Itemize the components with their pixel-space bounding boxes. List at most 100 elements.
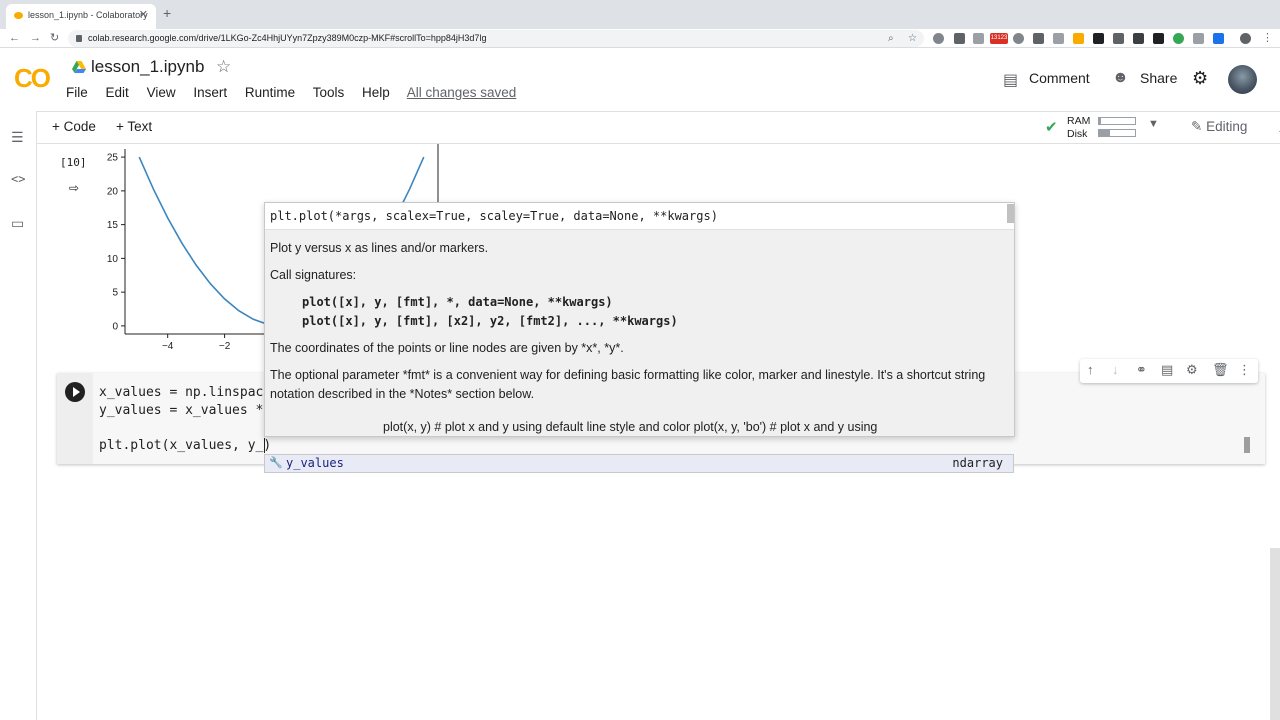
doc-fmt-text: The optional parameter *fmt* is a conven…	[270, 368, 986, 382]
colab-logo-text: CO	[14, 63, 51, 93]
autocomplete-type: ndarray	[952, 456, 1003, 470]
browser-toolbar: ← → ↻ colab.research.google.com/drive/1L…	[0, 29, 1280, 48]
left-sidebar: ☰ <> ▭	[0, 111, 37, 720]
address-bar[interactable]: colab.research.google.com/drive/1LKGo-Zc…	[68, 30, 924, 47]
forward-icon[interactable]: →	[30, 29, 41, 47]
output-exit-icon[interactable]: ⇨	[69, 181, 79, 195]
code-line[interactable]: x_values = np.linspac	[99, 385, 263, 400]
menu-runtime[interactable]: Runtime	[245, 85, 295, 100]
extension-icon[interactable]	[1013, 33, 1024, 44]
editing-mode-button[interactable]: ✎ Editing	[1191, 119, 1247, 135]
browser-tab[interactable]: lesson_1.ipynb - Colaboratory ✕	[6, 4, 156, 29]
notebook-toolbar: + Code + Text ✔ RAM Disk ▼ ✎ Editing ︿	[37, 111, 1280, 144]
y-tick-label: 20	[107, 186, 119, 197]
save-status[interactable]: All changes saved	[407, 85, 517, 100]
comment-button[interactable]: Comment	[1029, 70, 1090, 86]
move-up-arrow-icon[interactable]: ↑	[1087, 362, 1094, 377]
bookmark-star-icon[interactable]: ☆	[908, 30, 917, 47]
tooltip-scrollbar[interactable]	[1007, 204, 1014, 223]
people-icon[interactable]: ☻	[1112, 69, 1129, 87]
share-button[interactable]: Share	[1140, 70, 1177, 86]
lock-icon	[76, 35, 82, 42]
extension-badge-icon[interactable]: 13123	[990, 33, 1008, 44]
comment-icon[interactable]: ▤	[1003, 70, 1018, 90]
code-line[interactable]: y_values = x_values *	[99, 403, 263, 418]
code-snippets-icon[interactable]: <>	[11, 172, 25, 186]
google-drive-icon	[72, 61, 86, 73]
extension-icon[interactable]	[933, 33, 944, 44]
menu-insert[interactable]: Insert	[193, 85, 227, 100]
resource-labels[interactable]: RAM Disk	[1067, 115, 1090, 141]
run-cell-button[interactable]	[65, 382, 85, 402]
doc-call-heading: Call signatures:	[270, 268, 357, 282]
extension-icon[interactable]	[1193, 33, 1204, 44]
settings-gear-icon[interactable]: ⚙	[1192, 68, 1208, 89]
code-line[interactable]: plt.plot(x_values, y_)	[99, 438, 271, 453]
more-options-icon[interactable]: ⋮	[1238, 362, 1251, 378]
y-tick-label: 15	[107, 220, 119, 231]
extension-icon[interactable]	[1173, 33, 1184, 44]
ram-usage-bar	[1098, 117, 1136, 125]
cell-settings-gear-icon[interactable]: ⚙	[1186, 362, 1198, 378]
editing-label: Editing	[1206, 119, 1248, 134]
comment-cell-icon[interactable]: ▤	[1161, 362, 1173, 378]
runtime-dropdown-icon[interactable]: ▼	[1148, 118, 1159, 130]
disk-usage-bar	[1098, 129, 1136, 137]
colab-logo[interactable]: CO	[14, 63, 54, 93]
star-icon[interactable]: ☆	[216, 57, 231, 77]
delete-trash-icon[interactable]: 🗑	[1212, 362, 1229, 378]
doc-fmt-text: notation described in the *Notes* sectio…	[270, 387, 535, 401]
menu-view[interactable]: View	[147, 85, 176, 100]
extension-icon[interactable]	[954, 33, 965, 44]
add-text-button[interactable]: + Text	[116, 119, 152, 134]
close-tab-icon[interactable]: ✕	[139, 4, 148, 27]
browser-menu-icon[interactable]: ⋮	[1262, 29, 1273, 47]
y-tick-label: 10	[107, 254, 119, 265]
notebook-title[interactable]: lesson_1.ipynb	[91, 57, 204, 77]
extension-icon[interactable]	[1093, 33, 1104, 44]
avatar[interactable]	[1228, 65, 1257, 94]
x-tick-label: −4	[162, 341, 174, 352]
autocomplete-item[interactable]: 🔧 y_values ndarray	[265, 455, 1013, 472]
zoom-icon[interactable]: ⌕	[888, 30, 894, 47]
autocomplete-label: y_values	[286, 456, 344, 470]
y-tick-label: 25	[107, 153, 119, 164]
extension-icon[interactable]	[1133, 33, 1144, 44]
table-of-contents-icon[interactable]: ☰	[11, 129, 24, 146]
files-folder-icon[interactable]: ▭	[11, 215, 24, 232]
cell-scroll-indicator	[1244, 437, 1250, 453]
menu-edit[interactable]: Edit	[106, 85, 129, 100]
extension-icon[interactable]	[1053, 33, 1064, 44]
extension-icon[interactable]	[1213, 33, 1224, 44]
y-tick-label: 0	[112, 321, 118, 332]
reload-icon[interactable]: ↻	[50, 29, 59, 47]
url-text: colab.research.google.com/drive/1LKGo-Zc…	[88, 33, 487, 43]
new-tab-button[interactable]: +	[163, 5, 171, 21]
extension-icon[interactable]	[1073, 33, 1084, 44]
move-down-arrow-icon[interactable]: ↓	[1112, 362, 1119, 377]
extension-icon[interactable]	[1153, 33, 1164, 44]
page-scrollbar[interactable]	[1270, 548, 1280, 720]
connected-check-icon: ✔	[1045, 119, 1058, 136]
wrench-icon: 🔧	[269, 457, 283, 469]
doc-summary: Plot y versus x as lines and/or markers.	[270, 241, 489, 255]
menu-help[interactable]: Help	[362, 85, 390, 100]
disk-label: Disk	[1067, 128, 1088, 140]
link-icon[interactable]: ⚭	[1136, 362, 1147, 378]
menu-file[interactable]: File	[66, 85, 88, 100]
back-icon[interactable]: ←	[9, 29, 20, 47]
profile-icon[interactable]	[1240, 33, 1251, 44]
extension-icon[interactable]	[973, 33, 984, 44]
add-code-button[interactable]: + Code	[52, 119, 96, 134]
function-signature: plt.plot(*args, scalex=True, scaley=True…	[265, 203, 1014, 230]
cell-actions-toolbar: ↑ ↓ ⚭ ▤ ⚙ 🗑 ⋮	[1080, 359, 1258, 383]
extension-icon[interactable]	[1113, 33, 1124, 44]
doc-call-signature: plot([x], y, [fmt], *, data=None, **kwar…	[302, 295, 613, 309]
extension-icon[interactable]	[1033, 33, 1044, 44]
colab-header: CO lesson_1.ipynb ☆ File Edit View Inser…	[0, 49, 1280, 111]
doc-coords-text: The coordinates of the points or line no…	[270, 341, 624, 355]
docstring-tooltip: plt.plot(*args, scalex=True, scaley=True…	[264, 202, 1015, 437]
doc-call-signature: plot([x], y, [fmt], [x2], y2, [fmt2], ..…	[302, 314, 678, 328]
menu-bar: File Edit View Insert Runtime Tools Help…	[66, 85, 530, 100]
menu-tools[interactable]: Tools	[313, 85, 345, 100]
